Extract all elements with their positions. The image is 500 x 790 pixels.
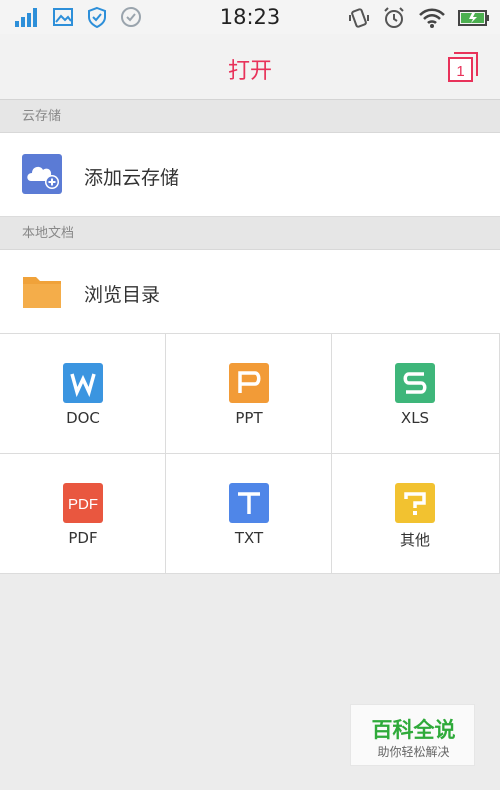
page-title: 打开 bbox=[227, 59, 272, 84]
cloud-add-icon bbox=[22, 154, 62, 194]
watermark-subtitle: 助你轻松解决 bbox=[377, 745, 450, 759]
file-type-label: TXT bbox=[234, 529, 264, 547]
vibrate-icon bbox=[349, 8, 369, 28]
status-bar: 18:23 bbox=[0, 0, 500, 34]
file-type-grid: DOC PPT XLS PDF PDF TXT 其他 bbox=[0, 334, 500, 574]
question-icon bbox=[395, 483, 435, 523]
watermark-title: 百科全说 bbox=[371, 718, 456, 742]
file-type-ppt[interactable]: PPT bbox=[166, 334, 332, 454]
file-type-other[interactable]: 其他 bbox=[332, 454, 500, 574]
file-type-pdf[interactable]: PDF PDF bbox=[0, 454, 166, 574]
file-type-txt[interactable]: TXT bbox=[166, 454, 332, 574]
alarm-icon bbox=[384, 7, 404, 28]
file-type-label: PPT bbox=[235, 409, 263, 427]
pdf-glyph: PDF bbox=[68, 496, 98, 513]
header-bar: 打开 1 bbox=[0, 34, 500, 100]
browse-directory-row[interactable]: 浏览目录 bbox=[0, 250, 500, 334]
wifi-icon bbox=[419, 8, 445, 28]
battery-icon bbox=[458, 10, 489, 26]
browse-directory-label: 浏览目录 bbox=[84, 284, 161, 306]
tabs-button[interactable]: 1 bbox=[446, 50, 480, 84]
file-type-label: XLS bbox=[400, 409, 430, 427]
watermark: 百科全说 助你轻松解决 bbox=[350, 704, 475, 766]
tabs-count: 1 bbox=[456, 63, 464, 80]
powerpoint-icon bbox=[229, 363, 269, 403]
file-type-label: 其他 bbox=[399, 531, 430, 549]
file-type-label: PDF bbox=[68, 529, 98, 547]
tabs-icon: 1 bbox=[448, 52, 478, 82]
text-file-icon bbox=[229, 483, 269, 523]
spreadsheet-icon bbox=[395, 363, 435, 403]
file-type-xls[interactable]: XLS bbox=[332, 334, 500, 454]
status-right-icons bbox=[348, 6, 490, 30]
word-icon bbox=[63, 363, 103, 403]
section-label-local: 本地文档 bbox=[0, 217, 500, 250]
add-cloud-storage-label: 添加云存储 bbox=[84, 167, 180, 189]
section-label-cloud: 云存储 bbox=[0, 100, 500, 133]
folder-icon bbox=[22, 271, 62, 311]
file-type-label: DOC bbox=[66, 409, 100, 427]
file-type-doc[interactable]: DOC bbox=[0, 334, 166, 454]
add-cloud-storage-row[interactable]: 添加云存储 bbox=[0, 133, 500, 217]
pdf-icon: PDF bbox=[63, 483, 103, 523]
